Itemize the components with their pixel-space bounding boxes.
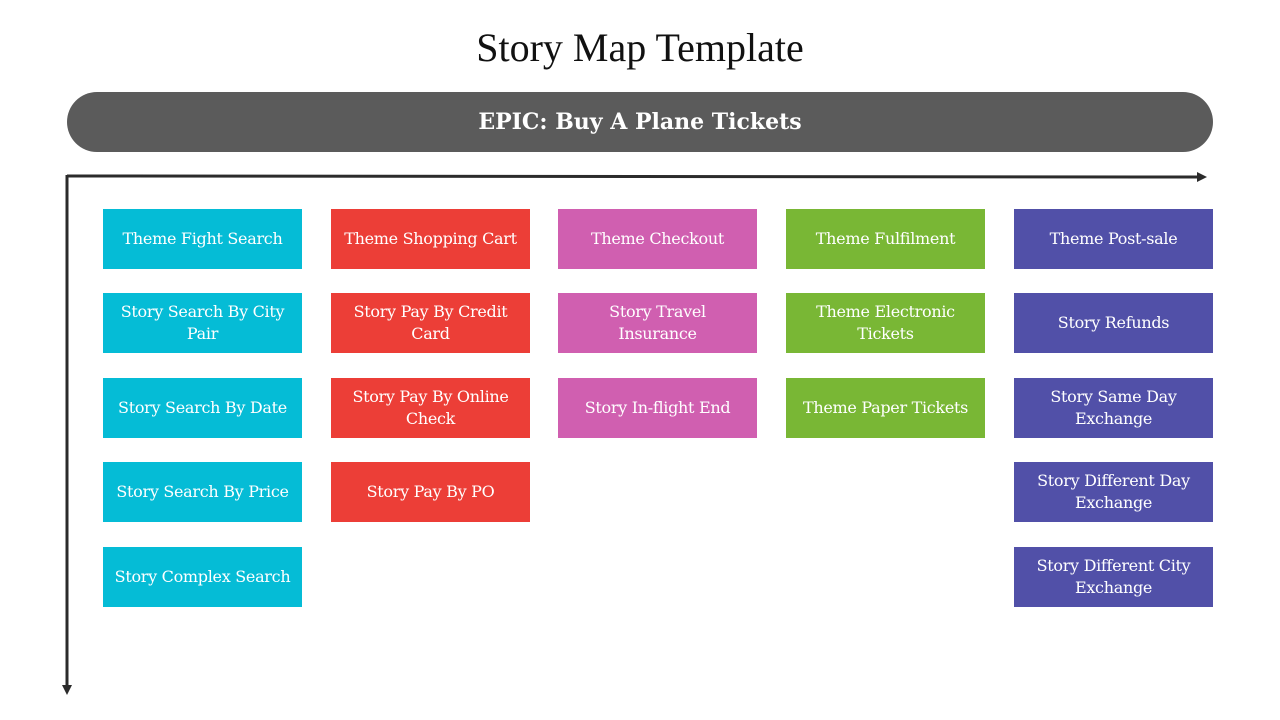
- story-card[interactable]: Story In-flight End: [558, 378, 757, 438]
- card-label: Theme Checkout: [590, 229, 724, 248]
- story-card[interactable]: Story Search By City Pair: [103, 293, 302, 353]
- card-label: Theme Electronic Tickets: [816, 302, 955, 343]
- story-card[interactable]: Story Search By Price: [103, 462, 302, 522]
- down-arrow-icon: [62, 685, 72, 695]
- story-card[interactable]: Story Different City Exchange: [1014, 547, 1213, 607]
- theme-card[interactable]: Theme Fight Search: [103, 209, 302, 269]
- story-card[interactable]: Story Refunds: [1014, 293, 1213, 353]
- story-map-axes: [62, 172, 1207, 695]
- card-label: Theme Fight Search: [122, 229, 283, 248]
- story-card[interactable]: Story Search By Date: [103, 378, 302, 438]
- story-card[interactable]: Story Travel Insurance: [558, 293, 757, 353]
- story-card[interactable]: Story Same Day Exchange: [1014, 378, 1213, 438]
- card-label: Story In-flight End: [584, 398, 731, 417]
- theme-card[interactable]: Theme Post-sale: [1014, 209, 1213, 269]
- story-card[interactable]: Story Complex Search: [103, 547, 302, 607]
- card-label: Story Travel Insurance: [609, 302, 706, 343]
- card-label: Theme Fulfilment: [815, 229, 956, 248]
- card-label: Story Pay By Online Check: [352, 387, 509, 428]
- card-label: Story Refunds: [1057, 313, 1170, 332]
- card-label: Story Search By City Pair: [120, 302, 285, 343]
- story-card[interactable]: Story Pay By Online Check: [331, 378, 530, 438]
- card-label: Theme Post-sale: [1049, 229, 1178, 248]
- horizontal-axis-line: [66, 174, 1199, 179]
- card-label: Story Complex Search: [114, 567, 291, 586]
- card-label: Story Pay By Credit Card: [353, 302, 508, 343]
- story-card[interactable]: Story Different Day Exchange: [1014, 462, 1213, 522]
- theme-card[interactable]: Theme Checkout: [558, 209, 757, 269]
- card-label: Story Pay By PO: [366, 482, 495, 501]
- story-card[interactable]: Story Pay By PO: [331, 462, 530, 522]
- card-label: Story Search By Price: [116, 482, 289, 501]
- card-label: Story Search By Date: [118, 398, 287, 417]
- right-arrow-icon: [1197, 172, 1207, 182]
- story-card[interactable]: Theme Electronic Tickets: [786, 293, 985, 353]
- story-card[interactable]: Theme Paper Tickets: [786, 378, 985, 438]
- theme-card[interactable]: Theme Fulfilment: [786, 209, 985, 269]
- card-label: Story Different Day Exchange: [1037, 471, 1190, 512]
- card-label: Theme Shopping Cart: [344, 229, 517, 248]
- card-label: Story Different City Exchange: [1036, 556, 1191, 597]
- card-label: Story Same Day Exchange: [1050, 387, 1177, 428]
- card-label: Theme Paper Tickets: [802, 398, 969, 417]
- theme-card[interactable]: Theme Shopping Cart: [331, 209, 530, 269]
- story-card[interactable]: Story Pay By Credit Card: [331, 293, 530, 353]
